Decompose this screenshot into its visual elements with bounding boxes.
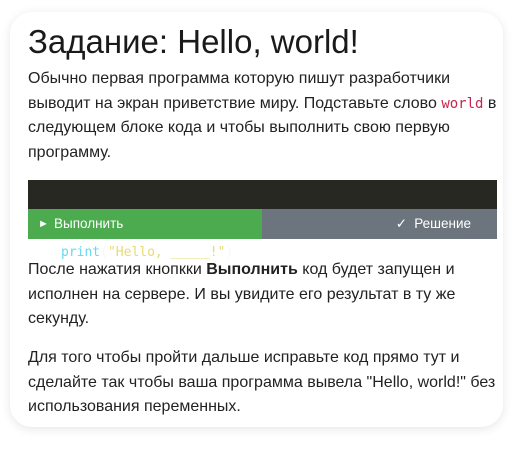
run-button[interactable]: ► Выполнить: [28, 209, 262, 239]
solution-button[interactable]: ✓ Решение: [262, 209, 497, 239]
code-editor[interactable]: 1 print("Hello, _____!"): [28, 180, 497, 260]
task-intro: Обычно первая программа которую пишут ра…: [28, 67, 498, 165]
checkmark-icon: ✓: [395, 216, 407, 231]
after-run-text-start: После нажатия кнопкки: [28, 261, 207, 278]
run-button-label: Выполнить: [54, 216, 124, 231]
inline-code-world: world: [441, 95, 484, 112]
instruction-paragraph: Для того чтобы пройти дальше исправьте к…: [28, 349, 496, 415]
play-icon: ►: [38, 218, 49, 230]
run-keyword: Выполнить: [206, 261, 298, 278]
solution-button-label: Решение: [414, 216, 471, 231]
task-title: Задание: Hello, world!: [28, 23, 359, 60]
after-run-paragraph: После нажатия кнопкки Выполнить код буде…: [28, 258, 498, 332]
intro-text-start: Обычно первая программа которую пишут ра…: [28, 70, 450, 112]
